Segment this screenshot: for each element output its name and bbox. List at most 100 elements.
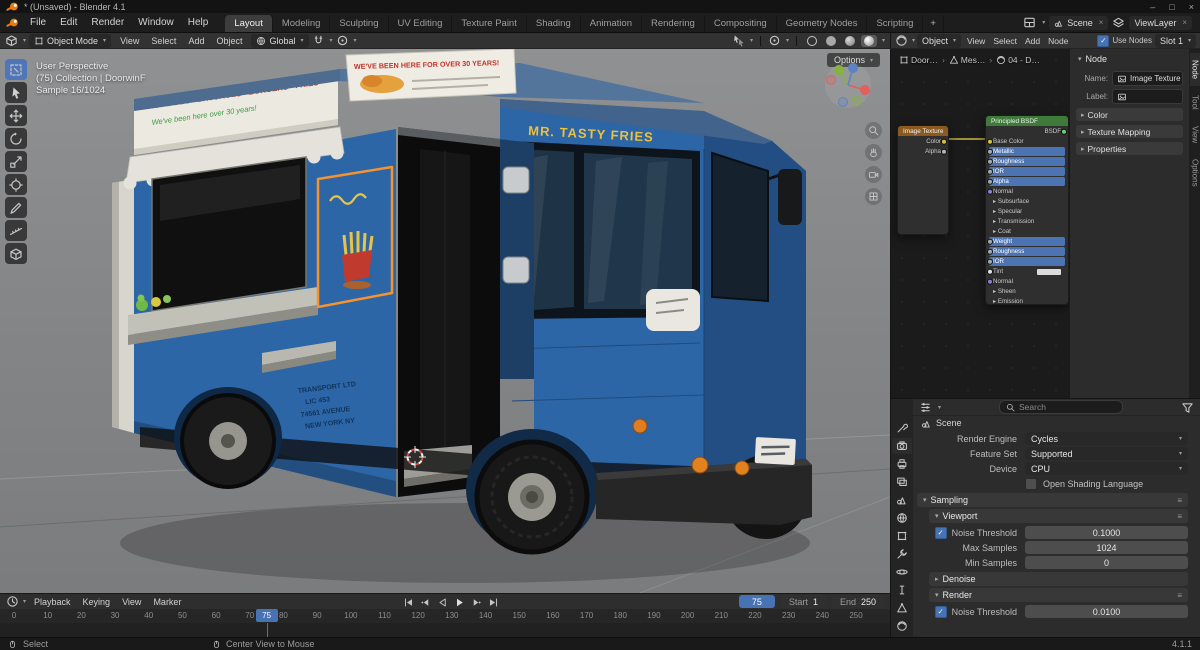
- workspace-tab-shading[interactable]: Shading: [527, 15, 581, 32]
- shader-editor[interactable]: Door… › Mes… › 04 - D… Image Texture Color Al…: [890, 49, 1200, 398]
- node-image-texture[interactable]: Image Texture Color Alpha: [897, 125, 949, 235]
- npanel-tab-tool[interactable]: Tool: [1190, 88, 1200, 117]
- timeline-menu-view[interactable]: View: [116, 594, 147, 609]
- properties-tab-object[interactable]: [892, 528, 912, 544]
- npanel-tab-view[interactable]: View: [1190, 119, 1200, 150]
- presets-icon[interactable]: ≡: [1177, 512, 1182, 521]
- node-row-weight[interactable]: Weight: [986, 237, 1065, 246]
- tool-move[interactable]: [5, 105, 27, 126]
- device-select[interactable]: CPU ▾: [1025, 462, 1188, 475]
- minimize-button[interactable]: –: [1150, 2, 1155, 12]
- viewport-menu-view[interactable]: View: [114, 33, 145, 48]
- close-button[interactable]: ×: [1189, 2, 1194, 12]
- min-samples-field[interactable]: 0: [1025, 556, 1188, 569]
- ortho-toggle-icon[interactable]: [865, 187, 882, 205]
- timeline-track-area[interactable]: [0, 623, 890, 637]
- npanel-tab-node[interactable]: Node: [1189, 53, 1200, 87]
- current-frame-field[interactable]: 75: [738, 595, 775, 608]
- noise-threshold-field[interactable]: 0.1000: [1025, 526, 1188, 539]
- previous-keyframe-button[interactable]: [417, 595, 434, 609]
- node-row-metallic[interactable]: Metallic: [986, 147, 1065, 156]
- tool-scale[interactable]: [5, 151, 27, 172]
- workspace-tab-compositing[interactable]: Compositing: [705, 15, 777, 32]
- object-mode-selector[interactable]: Object Mode ▾: [29, 33, 112, 48]
- max-samples-field[interactable]: 1024: [1025, 541, 1188, 554]
- node-row-ior[interactable]: IOR: [986, 167, 1065, 176]
- play-button[interactable]: [451, 595, 468, 609]
- timeline-menu-playback[interactable]: Playback: [28, 594, 77, 609]
- presets-icon[interactable]: ≡: [1177, 591, 1182, 600]
- properties-tab-output[interactable]: [892, 456, 912, 472]
- breadcrumb-item-mes[interactable]: Mes…: [949, 55, 985, 65]
- shader-menu-add[interactable]: Add: [1021, 33, 1044, 48]
- properties-tab-data[interactable]: [892, 600, 912, 616]
- playhead[interactable]: 75: [255, 609, 278, 622]
- tool-add-cube[interactable]: [5, 243, 27, 264]
- tool-transform[interactable]: [5, 174, 27, 195]
- zoom-icon[interactable]: [865, 121, 882, 139]
- tool-measure[interactable]: [5, 220, 27, 241]
- menu-render[interactable]: Render: [84, 13, 131, 32]
- timeline-editor-icon[interactable]: [6, 595, 19, 608]
- frame-start-field[interactable]: Start 1: [780, 595, 826, 608]
- workspace-tab-scripting[interactable]: Scripting: [867, 15, 924, 32]
- play-reverse-button[interactable]: [434, 595, 451, 609]
- properties-tab-modifiers[interactable]: [892, 546, 912, 562]
- node-row-coat[interactable]: ▸ Coat: [989, 227, 1065, 236]
- section-denoise[interactable]: ▸ Denoise: [929, 572, 1188, 586]
- viewport-3d[interactable]: MR. TASTY FRIES We've been here over 30 …: [0, 49, 891, 593]
- scene-unlink-icon[interactable]: ×: [1099, 18, 1104, 27]
- node-row-normal[interactable]: Normal: [986, 277, 1065, 286]
- transform-orientation-selector[interactable]: Global ▾: [251, 33, 309, 48]
- workspace-tab-animation[interactable]: Animation: [581, 15, 642, 32]
- tool-annotate[interactable]: [5, 197, 27, 218]
- shading-wireframe-button[interactable]: [806, 35, 817, 46]
- navigation-gizmo[interactable]: [822, 59, 874, 116]
- use-nodes-checkbox[interactable]: [1097, 34, 1110, 47]
- timeline-menu-marker[interactable]: Marker: [147, 594, 187, 609]
- workspace-tab-rendering[interactable]: Rendering: [642, 15, 705, 32]
- node-row-alpha[interactable]: Alpha: [986, 177, 1065, 186]
- render-noise-threshold-field[interactable]: 0.0100: [1025, 605, 1188, 618]
- view-layer-icon[interactable]: [1112, 16, 1125, 29]
- node-row-roughness[interactable]: Roughness: [986, 247, 1065, 256]
- menu-window[interactable]: Window: [131, 13, 181, 32]
- view-layer-selector[interactable]: ViewLayer ×: [1129, 15, 1192, 30]
- section-sampling[interactable]: ▾ Sampling ≡: [917, 493, 1188, 507]
- overlays-icon[interactable]: [768, 34, 781, 47]
- workspace-tab-texture-paint[interactable]: Texture Paint: [452, 15, 527, 32]
- camera-view-icon[interactable]: [865, 165, 882, 183]
- next-keyframe-button[interactable]: [468, 595, 485, 609]
- shader-editor-icon[interactable]: [895, 34, 908, 47]
- breadcrumb-item-door[interactable]: Door…: [899, 55, 938, 65]
- search-input[interactable]: Search: [999, 400, 1123, 414]
- timeline-ruler[interactable]: 0 10 20 30 40 50 60 70 80 90 100 110 120 130 140 150 160…: [0, 609, 890, 623]
- node-row-base-color[interactable]: Base Color: [986, 137, 1065, 146]
- osl-checkbox[interactable]: [1025, 477, 1037, 490]
- maximize-button[interactable]: □: [1169, 2, 1174, 12]
- workspace-tab-layout[interactable]: Layout: [225, 15, 273, 32]
- frame-end-field[interactable]: End 250: [831, 595, 884, 608]
- node-row-transmission[interactable]: ▸ Transmission: [989, 217, 1065, 226]
- feature-set-select[interactable]: Supported ▾: [1025, 447, 1188, 460]
- node-row-tint[interactable]: Tint: [986, 267, 1065, 276]
- node-row-color[interactable]: Color: [901, 137, 948, 146]
- workspace-tab-uv-editing[interactable]: UV Editing: [389, 15, 453, 32]
- shader-menu-select[interactable]: Select: [989, 33, 1021, 48]
- node-row-bsdf[interactable]: BSDF: [989, 127, 1068, 136]
- slot-selector[interactable]: Slot 1 ▾: [1154, 33, 1196, 48]
- pan-hand-icon[interactable]: [865, 143, 882, 161]
- shading-solid-button[interactable]: [825, 35, 836, 46]
- properties-tab-material[interactable]: [892, 618, 912, 634]
- node-row-emission[interactable]: ▸ Emission: [989, 297, 1065, 306]
- shader-menu-view[interactable]: View: [963, 33, 989, 48]
- node-label-field[interactable]: [1112, 89, 1183, 104]
- workspace-tab-sculpting[interactable]: Sculpting: [330, 15, 389, 32]
- node-row-alpha[interactable]: Alpha: [901, 147, 948, 156]
- filter-icon[interactable]: [1181, 401, 1194, 414]
- properties-tab-physics[interactable]: [892, 564, 912, 580]
- tool-select-box[interactable]: [5, 59, 27, 80]
- shader-menu-node[interactable]: Node: [1044, 33, 1072, 48]
- shading-rendered-button[interactable]: [863, 35, 874, 46]
- food-truck[interactable]: MR. TASTY FRIES We've been here over 30 …: [112, 49, 812, 555]
